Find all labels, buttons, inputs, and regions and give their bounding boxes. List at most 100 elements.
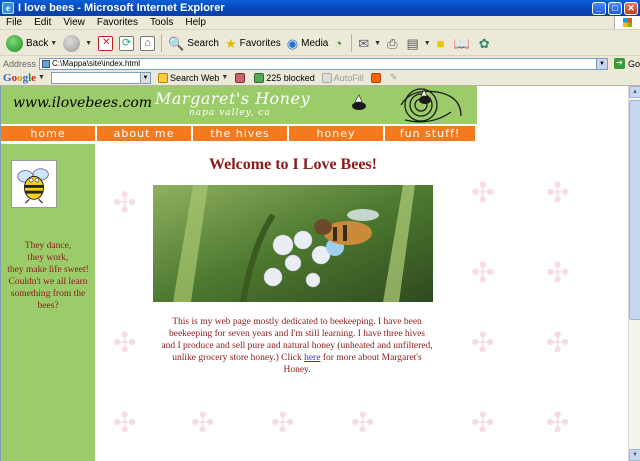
chevron-down-icon[interactable]: ▼	[424, 40, 431, 47]
menu-file[interactable]: File	[0, 17, 28, 28]
address-bar: Address C:\Mappa\site\index.html ▼ ➔ Go	[0, 57, 640, 70]
site-url: www.ilovebees.com	[13, 95, 153, 111]
cartoon-bee-image	[11, 160, 57, 208]
media-icon: ◉	[286, 35, 299, 51]
dragonfly-watermark-icon: ✣	[191, 406, 215, 439]
page-info-icon	[235, 72, 246, 83]
printer-icon: ⎙	[387, 35, 398, 51]
binoculars-icon	[157, 72, 168, 83]
maximize-button[interactable]: □	[608, 1, 622, 15]
scroll-up-button[interactable]: ▲	[629, 86, 640, 98]
here-link[interactable]: here	[304, 353, 320, 363]
left-sidebar: They dance, they work, they make life sw…	[1, 144, 95, 461]
edit-button[interactable]: ▤ ▼	[406, 36, 430, 51]
dragonfly-watermark-icon: ✣	[271, 406, 295, 439]
go-label: Go	[627, 58, 640, 69]
go-button[interactable]: ➔ Go	[613, 58, 640, 69]
nav-honey[interactable]: honey	[289, 126, 383, 141]
blocked-count: 225 blocked	[266, 72, 315, 83]
autofill-button[interactable]: AutoFill	[321, 72, 364, 83]
menu-help[interactable]: Help	[179, 17, 212, 28]
messenger-icon: ✿	[478, 35, 490, 51]
menu-edit[interactable]: Edit	[28, 17, 57, 28]
messenger-button[interactable]: ✿	[479, 36, 493, 51]
dragonfly-watermark-icon: ✣	[546, 406, 570, 439]
stop-button[interactable]	[98, 35, 114, 51]
go-arrow-icon: ➔	[613, 58, 625, 69]
blogger-button[interactable]	[370, 72, 383, 83]
vertical-scrollbar[interactable]: ▲ ▼	[628, 86, 640, 461]
dragonfly-watermark-icon: ✣	[113, 406, 137, 439]
refresh-button[interactable]: ⟳	[119, 35, 135, 51]
scroll-thumb[interactable]	[629, 100, 640, 320]
dragonfly-watermark-icon: ✣	[546, 256, 570, 289]
search-web-label: Search Web	[169, 72, 220, 83]
media-label: Media	[301, 37, 329, 49]
scroll-down-button[interactable]: ▼	[629, 449, 640, 461]
book-icon: 📖	[453, 35, 470, 51]
history-button[interactable]: ◔	[334, 36, 345, 51]
search-web-button[interactable]: Search Web ▼	[157, 72, 228, 83]
blogger-icon	[370, 72, 381, 83]
address-dropdown[interactable]: ▼	[597, 57, 608, 70]
dragonfly-watermark-icon: ✣	[471, 326, 495, 359]
nav-fun-stuff[interactable]: fun stuff!	[385, 126, 475, 141]
media-button[interactable]: ◉ Media	[287, 36, 329, 51]
nav-about-me[interactable]: about me	[97, 126, 191, 141]
dragonfly-watermark-icon: ✣	[113, 326, 137, 359]
print-button[interactable]: ⎙	[387, 36, 400, 51]
minimize-button[interactable]: _	[592, 1, 606, 15]
menu-tools[interactable]: Tools	[144, 17, 179, 28]
google-logo[interactable]: Google	[3, 72, 36, 84]
welcome-heading: Welcome to I Love Bees!	[209, 156, 377, 173]
page-info-button[interactable]	[235, 72, 247, 83]
menu-view[interactable]: View	[57, 17, 91, 28]
forward-button[interactable]: ▼	[63, 34, 92, 52]
page-viewport: ✣ ✣ ✣ ✣ ✣ ✣ ✣ ✣ ✣ ✣ ✣ ✣ ✣ ✣ www.ilovebee…	[0, 86, 628, 461]
google-search-input[interactable]	[50, 71, 141, 84]
search-label: Search	[187, 37, 219, 49]
chevron-down-icon[interactable]: ▼	[221, 74, 228, 81]
site-nav: home about me the hives honey fun stuff!	[1, 126, 477, 141]
site-banner: www.ilovebees.com Margaret's Honey napa …	[1, 86, 477, 124]
mail-icon: ✉	[358, 35, 370, 51]
search-button[interactable]: 🔍 Search	[168, 36, 219, 51]
nav-the-hives[interactable]: the hives	[193, 126, 287, 141]
highlighter-button[interactable]: ✎	[390, 72, 398, 83]
bee-on-flower-photo	[153, 185, 433, 302]
popup-blocker-button[interactable]: 225 blocked	[254, 72, 315, 83]
history-icon: ◔	[334, 35, 343, 51]
chevron-down-icon[interactable]: ▼	[50, 40, 57, 47]
dragonfly-watermark-icon: ✣	[471, 176, 495, 209]
menu-favorites[interactable]: Favorites	[91, 17, 144, 28]
discuss-button[interactable]: ■	[437, 36, 448, 51]
google-search-dropdown[interactable]: ▼	[140, 71, 151, 84]
favorites-label: Favorites	[239, 37, 281, 49]
autofill-icon	[321, 72, 332, 83]
stop-icon	[98, 35, 114, 51]
toolbar-separator	[161, 34, 163, 52]
window-title: I love bees - Microsoft Internet Explore…	[18, 2, 225, 14]
dragonfly-watermark-icon: ✣	[471, 256, 495, 289]
pencil-icon: ✎	[389, 72, 398, 82]
nav-home[interactable]: home	[1, 126, 95, 141]
toolbar-separator	[351, 34, 353, 52]
intro-paragraph: This is my web page mostly dedicated to …	[161, 317, 433, 375]
home-icon: ⌂	[140, 35, 156, 51]
close-button[interactable]: ✕	[624, 1, 638, 15]
cartoon-bee-icon	[17, 168, 49, 204]
chevron-down-icon[interactable]: ▼	[38, 74, 45, 81]
favorites-button[interactable]: ★ Favorites	[225, 36, 281, 51]
home-button[interactable]: ⌂	[140, 35, 156, 51]
autofill-label: AutoFill	[333, 72, 364, 83]
address-input[interactable]: C:\Mappa\site\index.html	[39, 57, 598, 70]
menu-bar: File Edit View Favorites Tools Help	[0, 16, 640, 30]
google-toolbar: Google ▼ ▼ Search Web ▼ 225 blocked Auto…	[0, 70, 640, 86]
back-button[interactable]: Back ▼	[6, 34, 57, 52]
mail-button[interactable]: ✉ ▼	[358, 36, 381, 51]
chevron-down-icon[interactable]: ▼	[374, 40, 381, 47]
address-url: C:\Mappa\site\index.html	[52, 58, 141, 68]
note-icon: ■	[436, 35, 445, 51]
research-button[interactable]: 📖	[454, 36, 473, 51]
chevron-down-icon[interactable]: ▼	[85, 40, 92, 47]
